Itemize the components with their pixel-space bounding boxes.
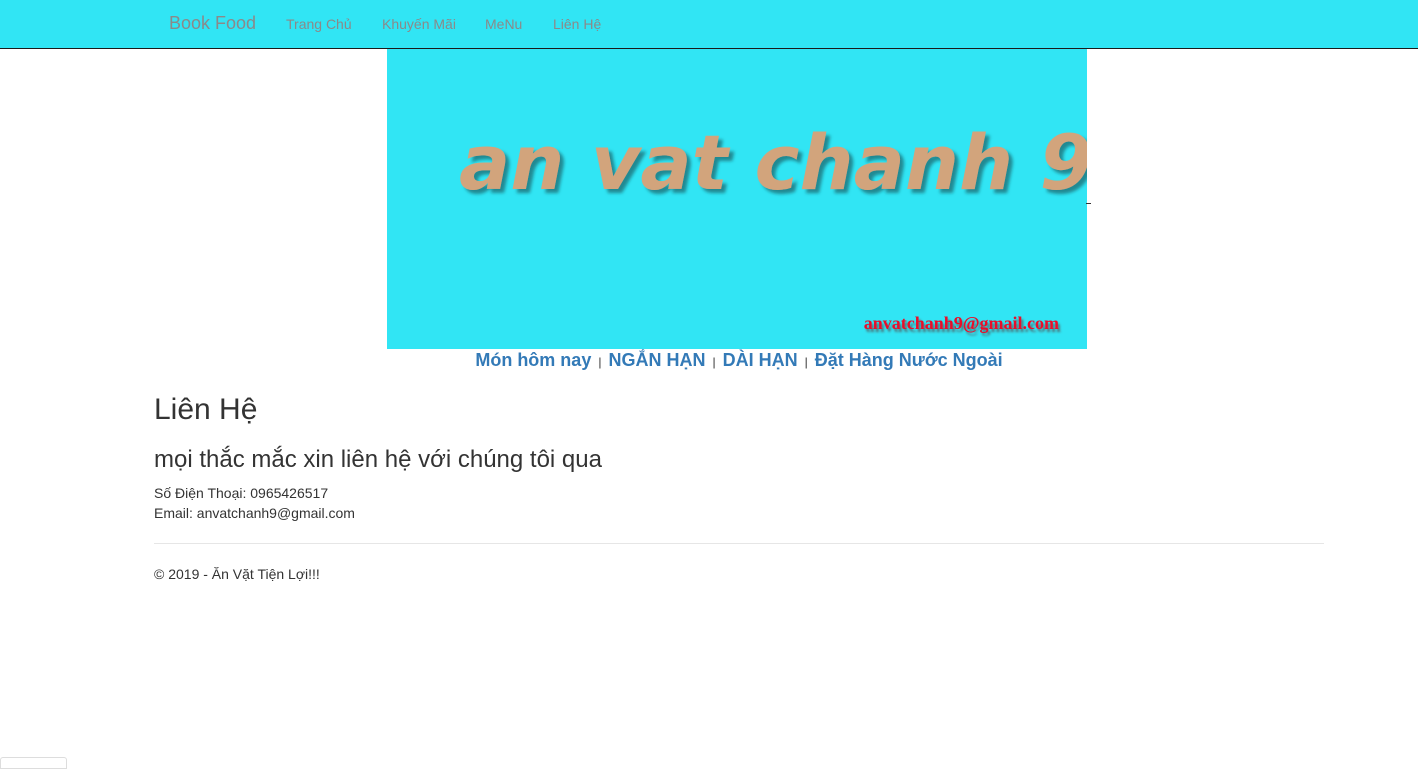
top-navbar: Book Food Trang Chủ Khuyến Mãi MeNu Liên… bbox=[0, 0, 1418, 49]
banner-image: an vat chanh 9 anvatchanh9@gmail.com bbox=[387, 49, 1087, 349]
nav-link-promotions[interactable]: Khuyến Mãi bbox=[382, 16, 456, 32]
banner-email-text: anvatchanh9@gmail.com bbox=[864, 313, 1059, 333]
separator: | bbox=[712, 355, 716, 369]
separator: | bbox=[804, 355, 808, 369]
category-link-short-term[interactable]: NGẮN HẠN bbox=[608, 350, 705, 370]
footer-divider bbox=[154, 543, 1324, 544]
footer-copyright: © 2019 - Ăn Vặt Tiện Lợi!!! bbox=[154, 566, 320, 582]
nav-link-contact[interactable]: Liên Hệ bbox=[553, 16, 601, 32]
banner-edge-mark bbox=[1086, 203, 1091, 204]
phone-number: Số Điện Thoại: 0965426517 bbox=[154, 485, 329, 501]
category-nav: Món hôm nay | NGẮN HẠN | DÀI HẠN | Đặt H… bbox=[0, 350, 1418, 371]
category-link-today[interactable]: Món hôm nay bbox=[475, 350, 591, 370]
nav-link-menu[interactable]: MeNu bbox=[485, 16, 522, 32]
page-title: Liên Hệ bbox=[154, 393, 258, 426]
banner-logo-text: an vat chanh 9 bbox=[459, 118, 1087, 207]
email-address: Email: anvatchanh9@gmail.com bbox=[154, 505, 355, 521]
contact-subtitle: mọi thắc mắc xin liên hệ với chúng tôi q… bbox=[154, 446, 602, 473]
separator: | bbox=[598, 355, 602, 369]
nav-link-home[interactable]: Trang Chủ bbox=[286, 16, 352, 32]
banner-logo-graphic: an vat chanh 9 anvatchanh9@gmail.com bbox=[459, 118, 1087, 333]
brand-link[interactable]: Book Food bbox=[169, 13, 256, 34]
category-link-long-term[interactable]: DÀI HẠN bbox=[723, 350, 798, 370]
category-link-foreign-order[interactable]: Đặt Hàng Nước Ngoài bbox=[815, 350, 1003, 370]
corner-tab[interactable] bbox=[0, 757, 67, 769]
